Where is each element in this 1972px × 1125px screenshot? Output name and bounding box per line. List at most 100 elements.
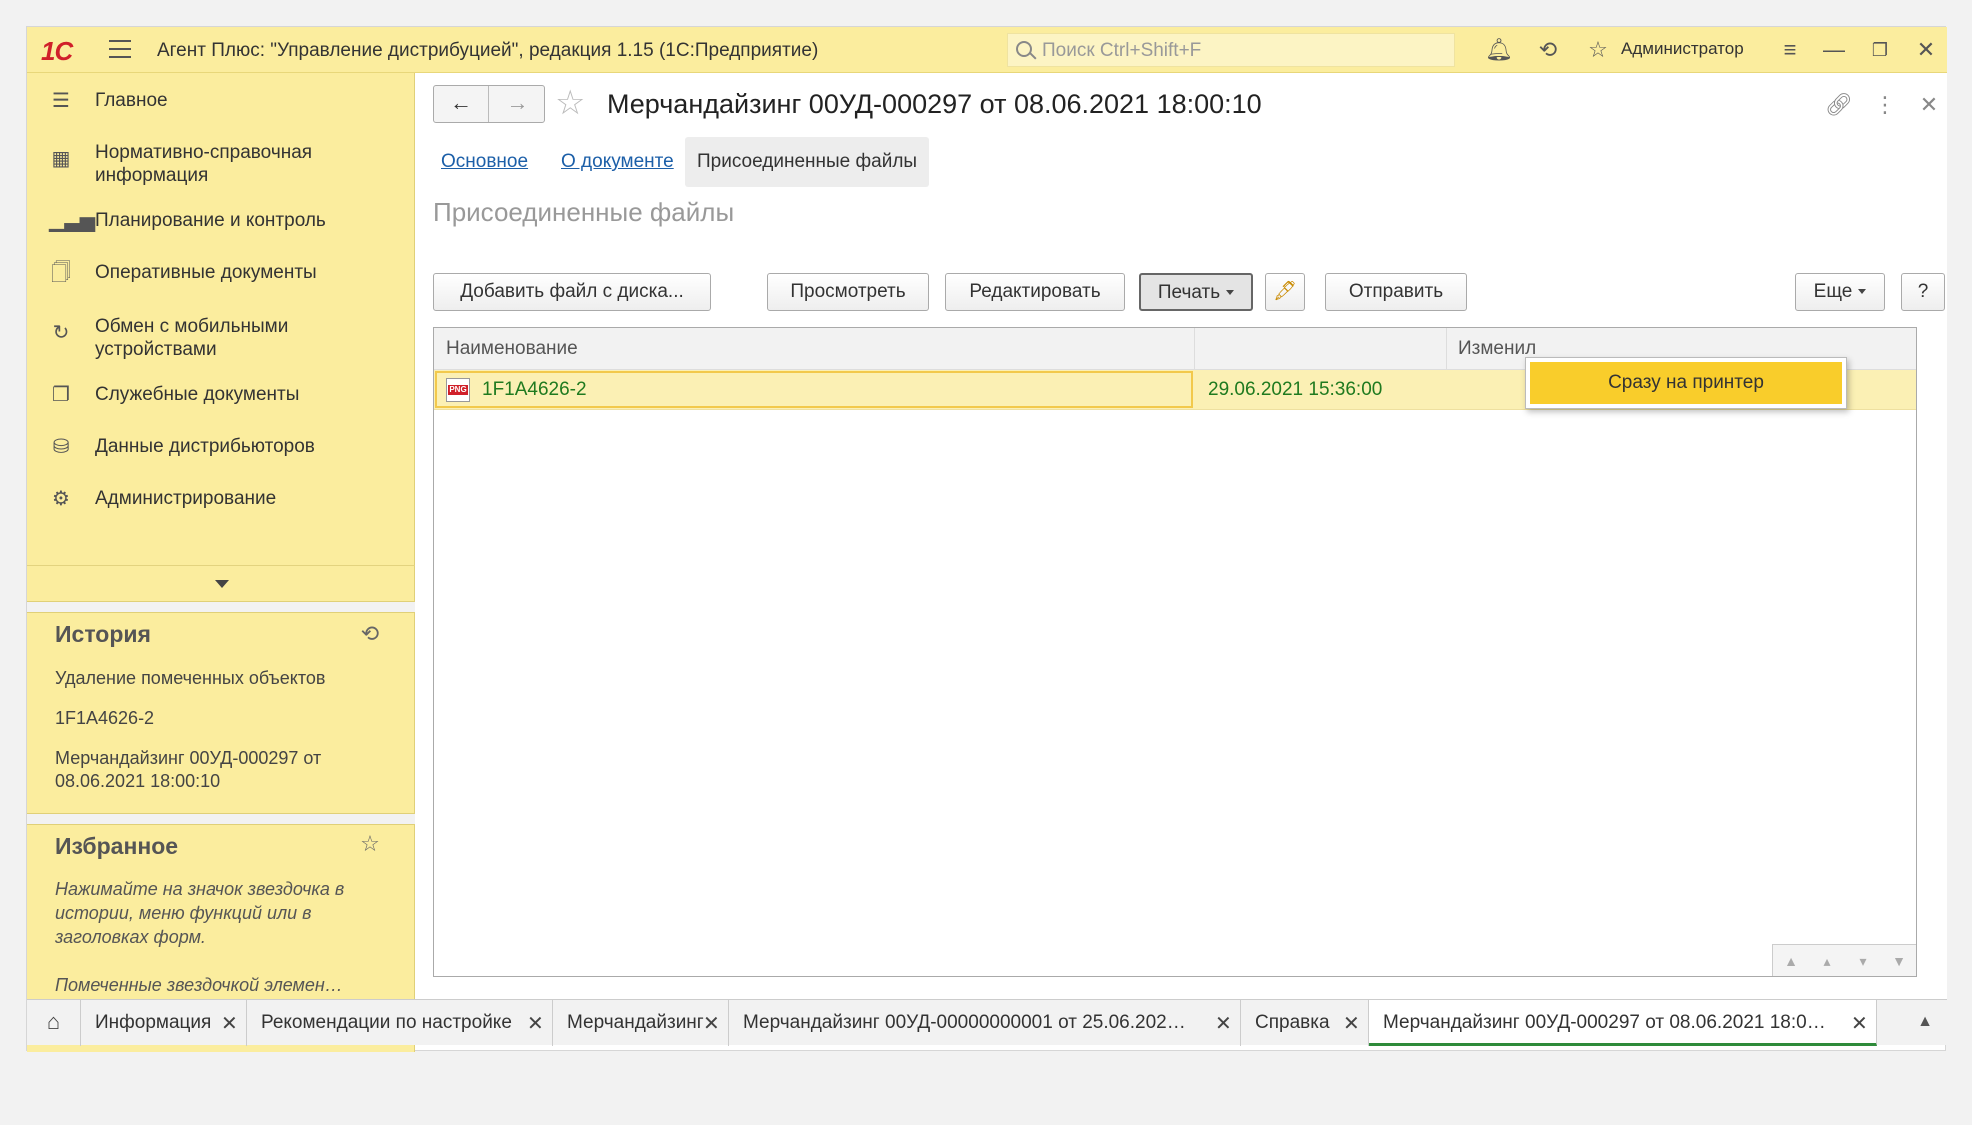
help-button[interactable]: ?: [1901, 273, 1945, 311]
tab-main[interactable]: Основное: [429, 137, 540, 187]
star-icon[interactable]: ☆: [1585, 37, 1611, 63]
app-title: Агент Плюс: "Управление дистрибуцией", р…: [157, 40, 819, 61]
task-tab-merchandising-0001[interactable]: Мерчандайзинг 00УД-00000000001 от 25.06.…: [729, 1000, 1241, 1046]
search-input[interactable]: Поиск Ctrl+Shift+F: [1007, 33, 1455, 67]
print-button-label: Печать: [1157, 282, 1221, 303]
grid-icon: ▦: [51, 148, 71, 170]
add-file-button[interactable]: Добавить файл с диска...: [433, 273, 711, 311]
app-logo: 1С: [41, 36, 73, 66]
bell-icon[interactable]: 🔔︎: [1485, 37, 1513, 63]
file-type-badge: PNG: [448, 385, 468, 395]
current-user[interactable]: Администратор: [1621, 39, 1744, 59]
column-header-name[interactable]: Наименование: [446, 338, 578, 360]
close-icon[interactable]: ✕: [703, 1011, 720, 1036]
app-frame: 1С Агент Плюс: "Управление дистрибуцией"…: [26, 26, 1947, 1052]
sidebar-item-service-docs[interactable]: ❐ Служебные документы: [27, 373, 415, 417]
close-icon[interactable]: ✕: [527, 1011, 544, 1036]
view-button[interactable]: Просмотреть: [767, 273, 929, 311]
sidebar-item-label: Администрирование: [95, 488, 277, 509]
scroll-top-icon[interactable]: ▲︎: [1773, 945, 1809, 977]
sidebar-item-label: Главное: [95, 90, 168, 111]
task-tab-information[interactable]: Информация ✕: [81, 1000, 247, 1046]
sidebar-item-label: Планирование и контроль: [95, 210, 326, 231]
chevron-up-icon[interactable]: ▲: [1903, 1000, 1947, 1046]
more-vertical-icon[interactable]: ⋮: [1871, 91, 1899, 119]
title-bar: 1С Агент Плюс: "Управление дистрибуцией"…: [27, 27, 1947, 73]
close-icon[interactable]: ✕: [1215, 1011, 1232, 1036]
open-windows-bar: ⌂ Информация ✕ Рекомендации по настройке…: [27, 999, 1947, 1046]
history-icon[interactable]: ⟲: [357, 621, 383, 647]
back-arrow-icon[interactable]: ←: [434, 86, 489, 122]
sidebar-item-label: Нормативно-справочная информация: [95, 142, 313, 186]
sync-icon: ↻: [52, 322, 70, 344]
distributor-icon: ⛁: [52, 436, 70, 458]
more-button-label: Еще: [1813, 281, 1853, 302]
close-icon[interactable]: ✕: [1343, 1011, 1360, 1036]
search-icon: [1016, 41, 1032, 57]
history-item[interactable]: Мерчандайзинг 00УД-000297 от 08.06.2021 …: [55, 747, 385, 793]
sidebar-item-distributors[interactable]: ⛁ Данные дистрибьюторов: [27, 425, 415, 469]
home-icon[interactable]: ⌂: [27, 1000, 81, 1046]
favorites-hint-truncated: Помеченные звездочкой элемен…: [55, 975, 343, 995]
close-window-icon[interactable]: ✕: [1913, 37, 1939, 63]
column-divider: [1194, 328, 1195, 370]
sidebar: ☰ Главное ▦ Нормативно-справочная информ…: [27, 73, 415, 1052]
scroll-down-icon[interactable]: ▾: [1845, 945, 1881, 977]
scroll-up-icon[interactable]: ▴: [1809, 945, 1845, 977]
task-tab-merchandising-000297[interactable]: Мерчандайзинг 00УД-000297 от 08.06.2021 …: [1369, 1000, 1877, 1046]
bar-chart-icon: ▁▃▅: [49, 210, 96, 232]
column-divider: [1446, 328, 1447, 370]
favorite-star-icon[interactable]: ☆: [555, 83, 585, 123]
sidebar-item-planning[interactable]: ▁▃▅ Планирование и контроль: [27, 199, 415, 243]
print-button[interactable]: Печать: [1139, 273, 1253, 311]
sidebar-item-label: Оперативные документы: [95, 262, 317, 283]
send-button[interactable]: Отправить: [1325, 273, 1467, 311]
table-scroll-buttons: ▲︎ ▴ ▾ ▼︎: [1772, 944, 1916, 976]
window: 1С Агент Плюс: "Управление дистрибуцией"…: [0, 0, 1972, 1125]
more-button[interactable]: Еще: [1795, 273, 1885, 311]
link-icon[interactable]: 🔗︎: [1825, 91, 1853, 119]
documents-icon: 🗍︎: [51, 262, 71, 284]
section-title: Присоединенные файлы: [433, 197, 735, 227]
close-icon[interactable]: ✕: [221, 1011, 238, 1036]
task-tab-recommendations[interactable]: Рекомендации по настройке ✕: [247, 1000, 553, 1046]
minimize-icon[interactable]: —: [1821, 37, 1847, 63]
sidebar-item-operational-docs[interactable]: 🗍︎ Оперативные документы: [27, 251, 415, 295]
history-title: История: [55, 621, 151, 647]
tab-about-document[interactable]: О документе: [549, 137, 686, 187]
png-file-icon: PNG: [446, 378, 470, 402]
search-placeholder: Поиск Ctrl+Shift+F: [1042, 40, 1202, 61]
page-title: Мерчандайзинг 00УД-000297 от 08.06.2021 …: [607, 89, 1262, 119]
chevron-down-icon: [215, 580, 229, 588]
star-icon: ☆: [360, 831, 380, 856]
history-item[interactable]: 1F1A4626-2: [55, 707, 385, 730]
sidebar-item-label: Обмен с мобильными устройствами: [95, 316, 289, 360]
main-menu-icon[interactable]: [109, 40, 131, 60]
favorites-title: Избранное: [55, 833, 179, 859]
sidebar-item-main[interactable]: ☰ Главное: [27, 79, 415, 123]
edit-button[interactable]: Редактировать: [945, 273, 1125, 311]
history-nav: ← →: [433, 85, 545, 123]
task-tab-merchandising[interactable]: Мерчандайзинг ✕: [553, 1000, 729, 1046]
sidebar-expand-button[interactable]: [27, 565, 415, 601]
sidebar-item-reference[interactable]: ▦ Нормативно-справочная информация: [27, 131, 415, 187]
history-icon[interactable]: ⟲: [1535, 37, 1561, 63]
scroll-bottom-icon[interactable]: ▼︎: [1881, 945, 1917, 977]
task-tab-help[interactable]: Справка ✕: [1241, 1000, 1369, 1046]
sign-stamp-button[interactable]: 🖋︎: [1265, 273, 1305, 311]
menu-item-print-direct[interactable]: Сразу на принтер: [1530, 362, 1842, 404]
task-tab-label: Мерчандайзинг 00УД-00000000001 от 25.06.…: [743, 1012, 1186, 1033]
close-icon[interactable]: ✕: [1851, 1011, 1868, 1036]
forward-arrow-icon[interactable]: →: [490, 86, 545, 122]
task-tab-label: Справка: [1255, 1012, 1330, 1033]
tab-attached-files[interactable]: Присоединенные файлы: [685, 137, 930, 187]
sidebar-item-label: Данные дистрибьюторов: [95, 436, 315, 457]
settings-lines-icon[interactable]: ≡: [1777, 37, 1803, 63]
sidebar-item-mobile-exchange[interactable]: ↻ Обмен с мобильными устройствами: [27, 305, 415, 361]
sidebar-item-administration[interactable]: ⚙ Администрирование: [27, 477, 415, 521]
restore-icon[interactable]: ❐: [1867, 37, 1893, 63]
task-tab-label: Рекомендации по настройке: [261, 1012, 512, 1033]
history-item[interactable]: Удаление помеченных объектов: [55, 667, 385, 690]
sidebar-item-label: Служебные документы: [95, 384, 300, 405]
close-icon[interactable]: ✕: [1915, 91, 1943, 119]
